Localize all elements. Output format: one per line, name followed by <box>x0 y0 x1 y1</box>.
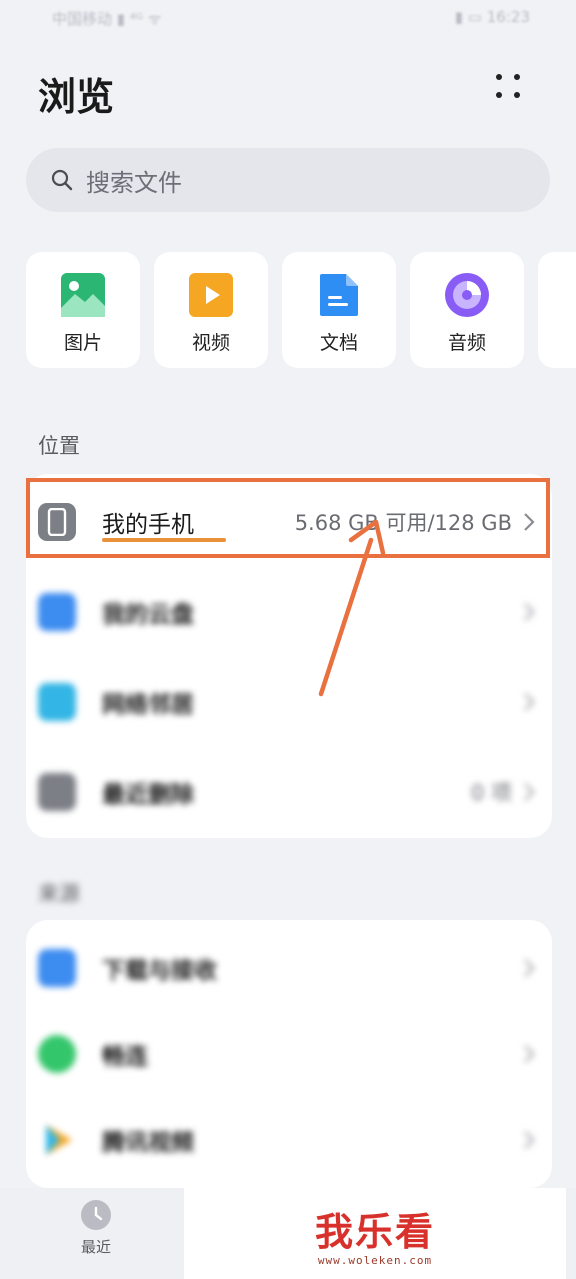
location-cloud[interactable]: 我的云盘 <box>26 568 552 656</box>
category-images[interactable]: 图片 <box>26 252 140 368</box>
watermark-url: www.woleken.com <box>317 1253 433 1267</box>
more-dots-icon[interactable] <box>494 72 524 102</box>
source-tencent-video[interactable]: 腾讯视频 <box>26 1096 552 1184</box>
watermark: 我乐看 www.woleken.com <box>184 1188 566 1279</box>
category-videos[interactable]: 视频 <box>154 252 268 368</box>
section-sources-label: 来源 <box>38 882 80 906</box>
status-bar: 中国移动 ▮ ⁴ᴳ ᯤ ▮ ▭ 16:23 <box>0 0 576 40</box>
status-battery-time: ▮ ▭ 16:23 <box>454 8 530 26</box>
location-network[interactable]: 网络邻居 <box>26 658 552 746</box>
source-changlian[interactable]: 畅连 <box>26 1010 552 1098</box>
source-downloads[interactable]: 下载与接收 <box>26 924 552 1012</box>
chat-icon <box>38 1035 76 1073</box>
chevron-right-icon <box>524 783 535 801</box>
search-icon <box>48 166 76 194</box>
category-label: 文档 <box>319 332 358 354</box>
tab-recent[interactable]: 最近 <box>60 1200 132 1257</box>
page-title: 浏览 <box>38 75 115 119</box>
location-name: 我的云盘 <box>102 602 194 628</box>
watermark-logo-text: 我乐看 <box>314 1208 435 1254</box>
video-icon <box>189 273 233 317</box>
sources-card: 下载与接收 畅连 腾讯视频 <box>26 920 552 1188</box>
chevron-right-icon <box>524 603 535 621</box>
category-more-partial[interactable] <box>538 252 576 368</box>
document-icon <box>320 274 358 316</box>
status-carrier: 中国移动 ▮ ⁴ᴳ ᯤ <box>52 10 162 28</box>
tencent-video-icon <box>38 1121 76 1159</box>
chevron-right-icon <box>524 1131 535 1149</box>
category-documents[interactable]: 文档 <box>282 252 396 368</box>
search-input[interactable]: 搜索文件 <box>26 148 550 212</box>
deleted-count: 0 项 <box>470 781 512 805</box>
audio-icon <box>445 273 489 317</box>
location-name: 我的手机 <box>102 512 194 538</box>
source-name: 畅连 <box>102 1044 148 1070</box>
cloud-icon <box>38 593 76 631</box>
chevron-right-icon <box>524 513 535 531</box>
highlight-underline <box>102 538 226 542</box>
location-recently-deleted[interactable]: 最近删除 0 项 <box>26 748 552 836</box>
category-label: 音频 <box>447 332 486 354</box>
location-name: 最近删除 <box>102 782 194 808</box>
source-name: 腾讯视频 <box>102 1130 194 1156</box>
network-icon <box>38 683 76 721</box>
chevron-right-icon <box>524 959 535 977</box>
locations-card: 我的手机 5.68 GB 可用/128 GB 我的云盘 网络邻居 最近删除 0 … <box>26 474 552 838</box>
section-locations-label: 位置 <box>38 434 80 458</box>
phone-icon <box>38 503 76 541</box>
chevron-right-icon <box>524 693 535 711</box>
category-label: 图片 <box>63 332 102 354</box>
image-icon <box>61 273 105 317</box>
storage-info: 5.68 GB 可用/128 GB <box>294 511 512 535</box>
location-my-phone[interactable]: 我的手机 5.68 GB 可用/128 GB <box>26 478 552 566</box>
category-label: 视频 <box>191 332 230 354</box>
chevron-right-icon <box>524 1045 535 1063</box>
download-icon <box>38 949 76 987</box>
clock-icon <box>81 1200 111 1230</box>
trash-icon <box>38 773 76 811</box>
source-name: 下载与接收 <box>102 958 217 984</box>
category-audio[interactable]: 音频 <box>410 252 524 368</box>
tab-recent-label: 最近 <box>80 1238 111 1256</box>
search-placeholder: 搜索文件 <box>86 168 182 197</box>
category-row: 图片 视频 文档 音频 <box>26 252 576 372</box>
location-name: 网络邻居 <box>102 692 194 718</box>
